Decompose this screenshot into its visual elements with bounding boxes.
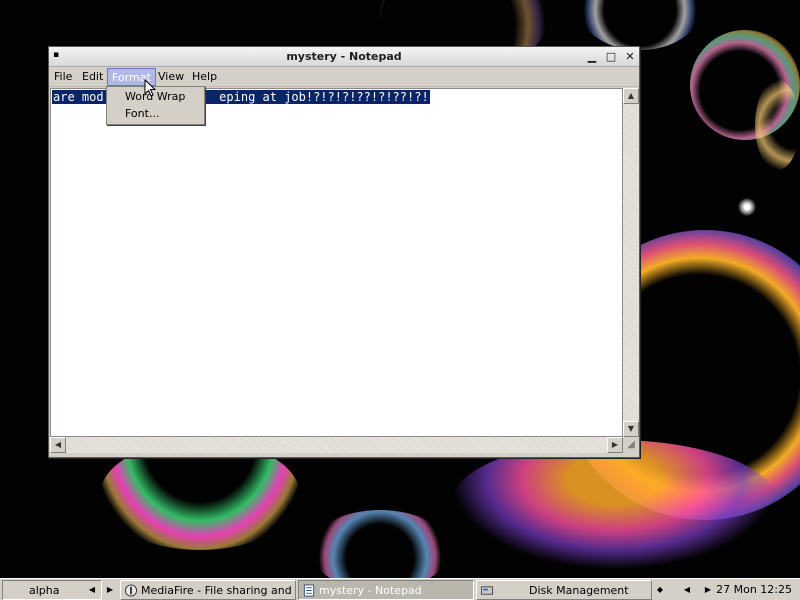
menu-file[interactable]: File: [50, 68, 76, 87]
taskbar-item-mediafire[interactable]: MediaFire - File sharing and s...: [120, 580, 296, 600]
minimize-button[interactable]: ▁: [585, 50, 599, 64]
disk-management-icon: [480, 586, 494, 595]
tray-prev-icon[interactable]: ◀: [681, 580, 693, 600]
tray-separator-icon: ◆: [656, 585, 664, 594]
wallpaper-bubble: [310, 510, 450, 578]
scroll-up-icon[interactable]: ▲: [623, 88, 639, 104]
taskbar-item-disk-management[interactable]: Disk Management: [476, 580, 652, 600]
tray-next-icon[interactable]: ▶: [702, 580, 714, 600]
taskbar-item-label: mystery - Notepad: [319, 584, 422, 597]
taskbar-item-label: Disk Management: [529, 584, 629, 597]
taskbar-item-notepad[interactable]: mystery - Notepad: [298, 580, 474, 600]
browser-icon: [124, 584, 138, 597]
scroll-left-icon[interactable]: ◀: [50, 437, 66, 453]
maximize-button[interactable]: □: [604, 50, 618, 64]
menu-help[interactable]: Help: [188, 68, 221, 87]
workspace-prev-icon[interactable]: ◀: [86, 580, 98, 600]
resize-grip-icon[interactable]: ◢: [623, 437, 639, 453]
wallpaper-bubble: [755, 80, 800, 170]
vertical-scrollbar[interactable]: ▲ ▼: [623, 88, 639, 437]
notepad-icon: [303, 584, 315, 597]
close-button[interactable]: ✕: [623, 50, 637, 64]
window-title: mystery - Notepad: [286, 50, 402, 63]
clock[interactable]: 27 Mon 12:25: [716, 580, 800, 600]
workspace-next-icon[interactable]: ▶: [104, 580, 116, 600]
taskbar-item-label: MediaFire - File sharing and s...: [141, 584, 296, 597]
menu-edit[interactable]: Edit: [78, 68, 107, 87]
wallpaper-bubble: [580, 0, 700, 50]
scroll-down-icon[interactable]: ▼: [623, 421, 639, 437]
wallpaper-bubble: [450, 440, 780, 570]
wallpaper-bubble: [738, 198, 756, 216]
mouse-cursor-icon: [144, 79, 157, 97]
taskbar: alpha ◀ ▶ MediaFire - File sharing and s…: [0, 578, 800, 600]
horizontal-scrollbar[interactable]: ◀ ▶: [50, 437, 623, 453]
menu-view[interactable]: View: [154, 68, 188, 87]
title-bar[interactable]: ▪ mystery - Notepad ▁ □ ✕: [49, 47, 639, 67]
scroll-right-icon[interactable]: ▶: [607, 437, 623, 453]
text-editor[interactable]: are mod eping at job!?!?!?!??!?!??!?!: [50, 88, 623, 437]
menu-bar: File Edit Format View Help: [49, 68, 639, 87]
menu-item-font[interactable]: Font...: [108, 105, 203, 123]
